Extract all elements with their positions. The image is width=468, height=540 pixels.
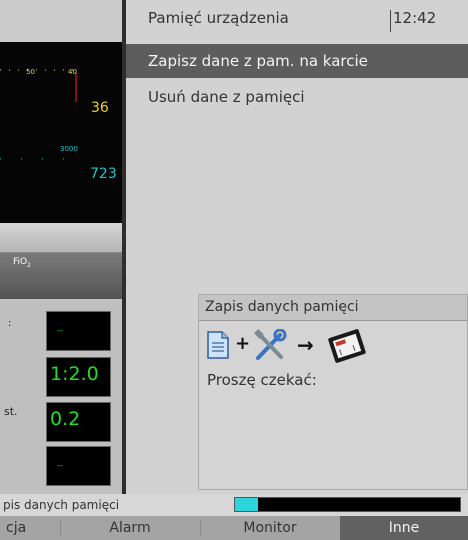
- parameter-value-box: 0.2: [46, 402, 111, 442]
- tab-monitor[interactable]: Monitor: [200, 516, 340, 540]
- memory-card-icon: [328, 329, 366, 363]
- fio2-label-subscript: 2: [27, 261, 31, 269]
- menu-item-delete-memory[interactable]: Usuń dane z pamięci: [126, 84, 468, 114]
- wave-value-yellow: 36: [91, 100, 109, 116]
- save-progress-dialog: Zapis danych pamięci + → Proszę czekać:: [198, 294, 468, 490]
- dialog-icon-row: + →: [205, 327, 445, 367]
- fio2-label-text: FiO: [13, 257, 28, 267]
- document-icon: [207, 331, 229, 359]
- menu-item-save-to-card[interactable]: Zapisz dane z pam. na karcie: [126, 44, 468, 78]
- progress-bar: [234, 497, 461, 512]
- tab-inne[interactable]: Inne: [340, 516, 468, 540]
- tab-partial[interactable]: cja: [0, 516, 60, 540]
- parameter-value-box: --: [46, 446, 111, 486]
- parameter-value-box: --: [46, 311, 111, 351]
- header-divider: [390, 10, 391, 32]
- waveform-panel: 50 40 36 3000 723: [0, 42, 122, 223]
- scale-tick-50: 50: [26, 68, 35, 76]
- plus-sign: +: [235, 333, 251, 354]
- page-title: Pamięć urządzenia: [148, 9, 289, 27]
- parameter-side-label: :: [8, 318, 12, 329]
- scale-tick-40: 40: [68, 68, 77, 76]
- left-divider-bar: [0, 223, 122, 253]
- waveform-scales: [0, 69, 78, 160]
- tab-bar: cja Alarm Monitor Inne: [0, 516, 468, 540]
- arrow-right-icon: →: [297, 333, 314, 357]
- dialog-title: Zapis danych pamięci: [199, 295, 467, 321]
- clock: 12:42: [393, 9, 437, 27]
- wave-value-cyan: 723: [90, 166, 117, 182]
- progress-fill: [235, 498, 258, 511]
- tab-separator: [200, 520, 201, 536]
- tab-separator: [60, 520, 61, 536]
- parameter-side-label: st.: [4, 405, 18, 418]
- tab-alarm[interactable]: Alarm: [60, 516, 200, 540]
- scale-tick-3000: 3000: [60, 145, 78, 153]
- menu-header: Pamięć urządzenia 12:42: [126, 4, 468, 37]
- fio2-label: FiO2: [13, 257, 31, 269]
- left-top-strip: [0, 0, 122, 42]
- status-text: pis danych pamięci: [3, 498, 120, 512]
- tools-icon: [254, 329, 287, 360]
- dialog-message: Proszę czekać:: [207, 371, 317, 389]
- parameter-value-box: 1:2.0: [46, 357, 111, 397]
- status-bar: pis danych pamięci: [0, 494, 468, 516]
